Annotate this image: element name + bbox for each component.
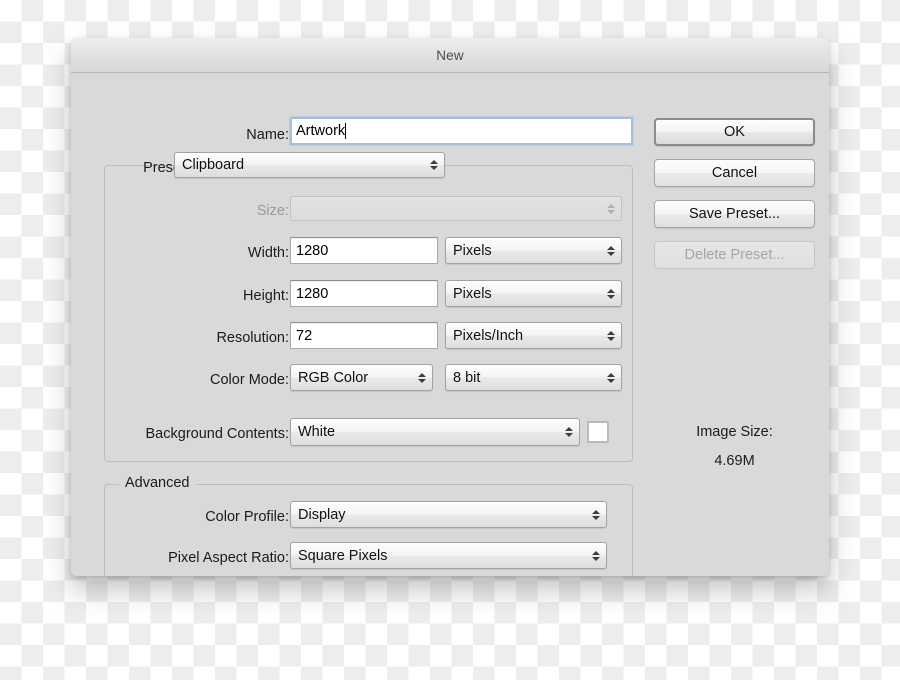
dialog-body: Name: Artwork Preset: Clipboard Size: Wi…	[71, 73, 829, 576]
resolution-input-value: 72	[296, 327, 313, 344]
preset-select-value: Clipboard	[182, 157, 245, 173]
save-preset-button-label: Save Preset...	[688, 206, 781, 222]
delete-preset-button: Delete Preset...	[654, 241, 815, 269]
background-contents-value: White	[298, 424, 336, 440]
chevron-updown-icon	[564, 424, 573, 440]
chevron-updown-icon	[591, 548, 600, 564]
dialog-titlebar[interactable]: New	[71, 38, 829, 73]
cancel-button[interactable]: Cancel	[654, 159, 815, 187]
ok-button[interactable]: OK	[654, 118, 815, 146]
size-label: Size:	[256, 203, 289, 219]
background-contents-label: Background Contents:	[145, 426, 289, 442]
chevron-updown-icon	[606, 243, 615, 259]
screen-backdrop: New Name: Artwork Preset: Clipboard Size…	[0, 0, 900, 680]
color-profile-label: Color Profile:	[205, 509, 289, 525]
resolution-input[interactable]: 72	[290, 322, 438, 349]
width-unit-select[interactable]: Pixels	[445, 237, 622, 264]
background-contents-select[interactable]: White	[290, 418, 580, 446]
pixel-aspect-ratio-value: Square Pixels	[298, 547, 388, 564]
image-size-value: 4.69M	[714, 453, 755, 469]
color-mode-value: RGB Color	[298, 369, 369, 386]
width-unit-value: Pixels	[453, 242, 492, 259]
resolution-unit-value: Pixels/Inch	[453, 327, 524, 344]
name-input[interactable]: Artwork	[290, 117, 633, 145]
size-select	[290, 196, 622, 221]
height-unit-select[interactable]: Pixels	[445, 280, 622, 307]
width-input[interactable]: 1280	[290, 237, 438, 264]
color-depth-select[interactable]: 8 bit	[445, 364, 622, 391]
color-mode-label: Color Mode:	[210, 372, 289, 388]
cancel-button-label: Cancel	[711, 165, 758, 181]
height-label: Height:	[243, 288, 289, 304]
color-profile-select[interactable]: Display	[290, 501, 607, 528]
text-caret	[345, 123, 347, 139]
chevron-updown-icon	[591, 507, 600, 523]
pixel-aspect-ratio-label: Pixel Aspect Ratio:	[168, 550, 289, 566]
name-label: Name:	[246, 127, 289, 143]
chevron-updown-icon	[429, 157, 438, 173]
color-profile-value: Display	[298, 506, 346, 523]
height-input[interactable]: 1280	[290, 280, 438, 307]
advanced-legend: Advanced	[119, 476, 196, 491]
width-label: Width:	[247, 245, 289, 261]
save-preset-button[interactable]: Save Preset...	[654, 200, 815, 228]
image-size-label: Image Size:	[696, 424, 773, 440]
chevron-updown-icon	[606, 328, 615, 344]
chevron-updown-icon	[606, 201, 615, 217]
ok-button-label: OK	[724, 124, 745, 140]
pixel-aspect-ratio-select[interactable]: Square Pixels	[290, 542, 607, 569]
delete-preset-button-label: Delete Preset...	[684, 247, 785, 263]
color-mode-select[interactable]: RGB Color	[290, 364, 433, 391]
chevron-updown-icon	[606, 286, 615, 302]
background-color-swatch[interactable]	[587, 421, 609, 443]
resolution-unit-select[interactable]: Pixels/Inch	[445, 322, 622, 349]
height-unit-value: Pixels	[453, 285, 492, 302]
height-input-value: 1280	[296, 285, 329, 302]
resolution-label: Resolution:	[216, 330, 289, 346]
chevron-updown-icon	[417, 370, 426, 386]
color-depth-value: 8 bit	[453, 369, 481, 386]
width-input-value: 1280	[296, 242, 329, 259]
name-input-value: Artwork	[296, 123, 346, 139]
preset-select[interactable]: Clipboard	[174, 152, 445, 178]
chevron-updown-icon	[606, 370, 615, 386]
new-document-dialog: New Name: Artwork Preset: Clipboard Size…	[71, 38, 829, 576]
dialog-title: New	[436, 47, 464, 63]
